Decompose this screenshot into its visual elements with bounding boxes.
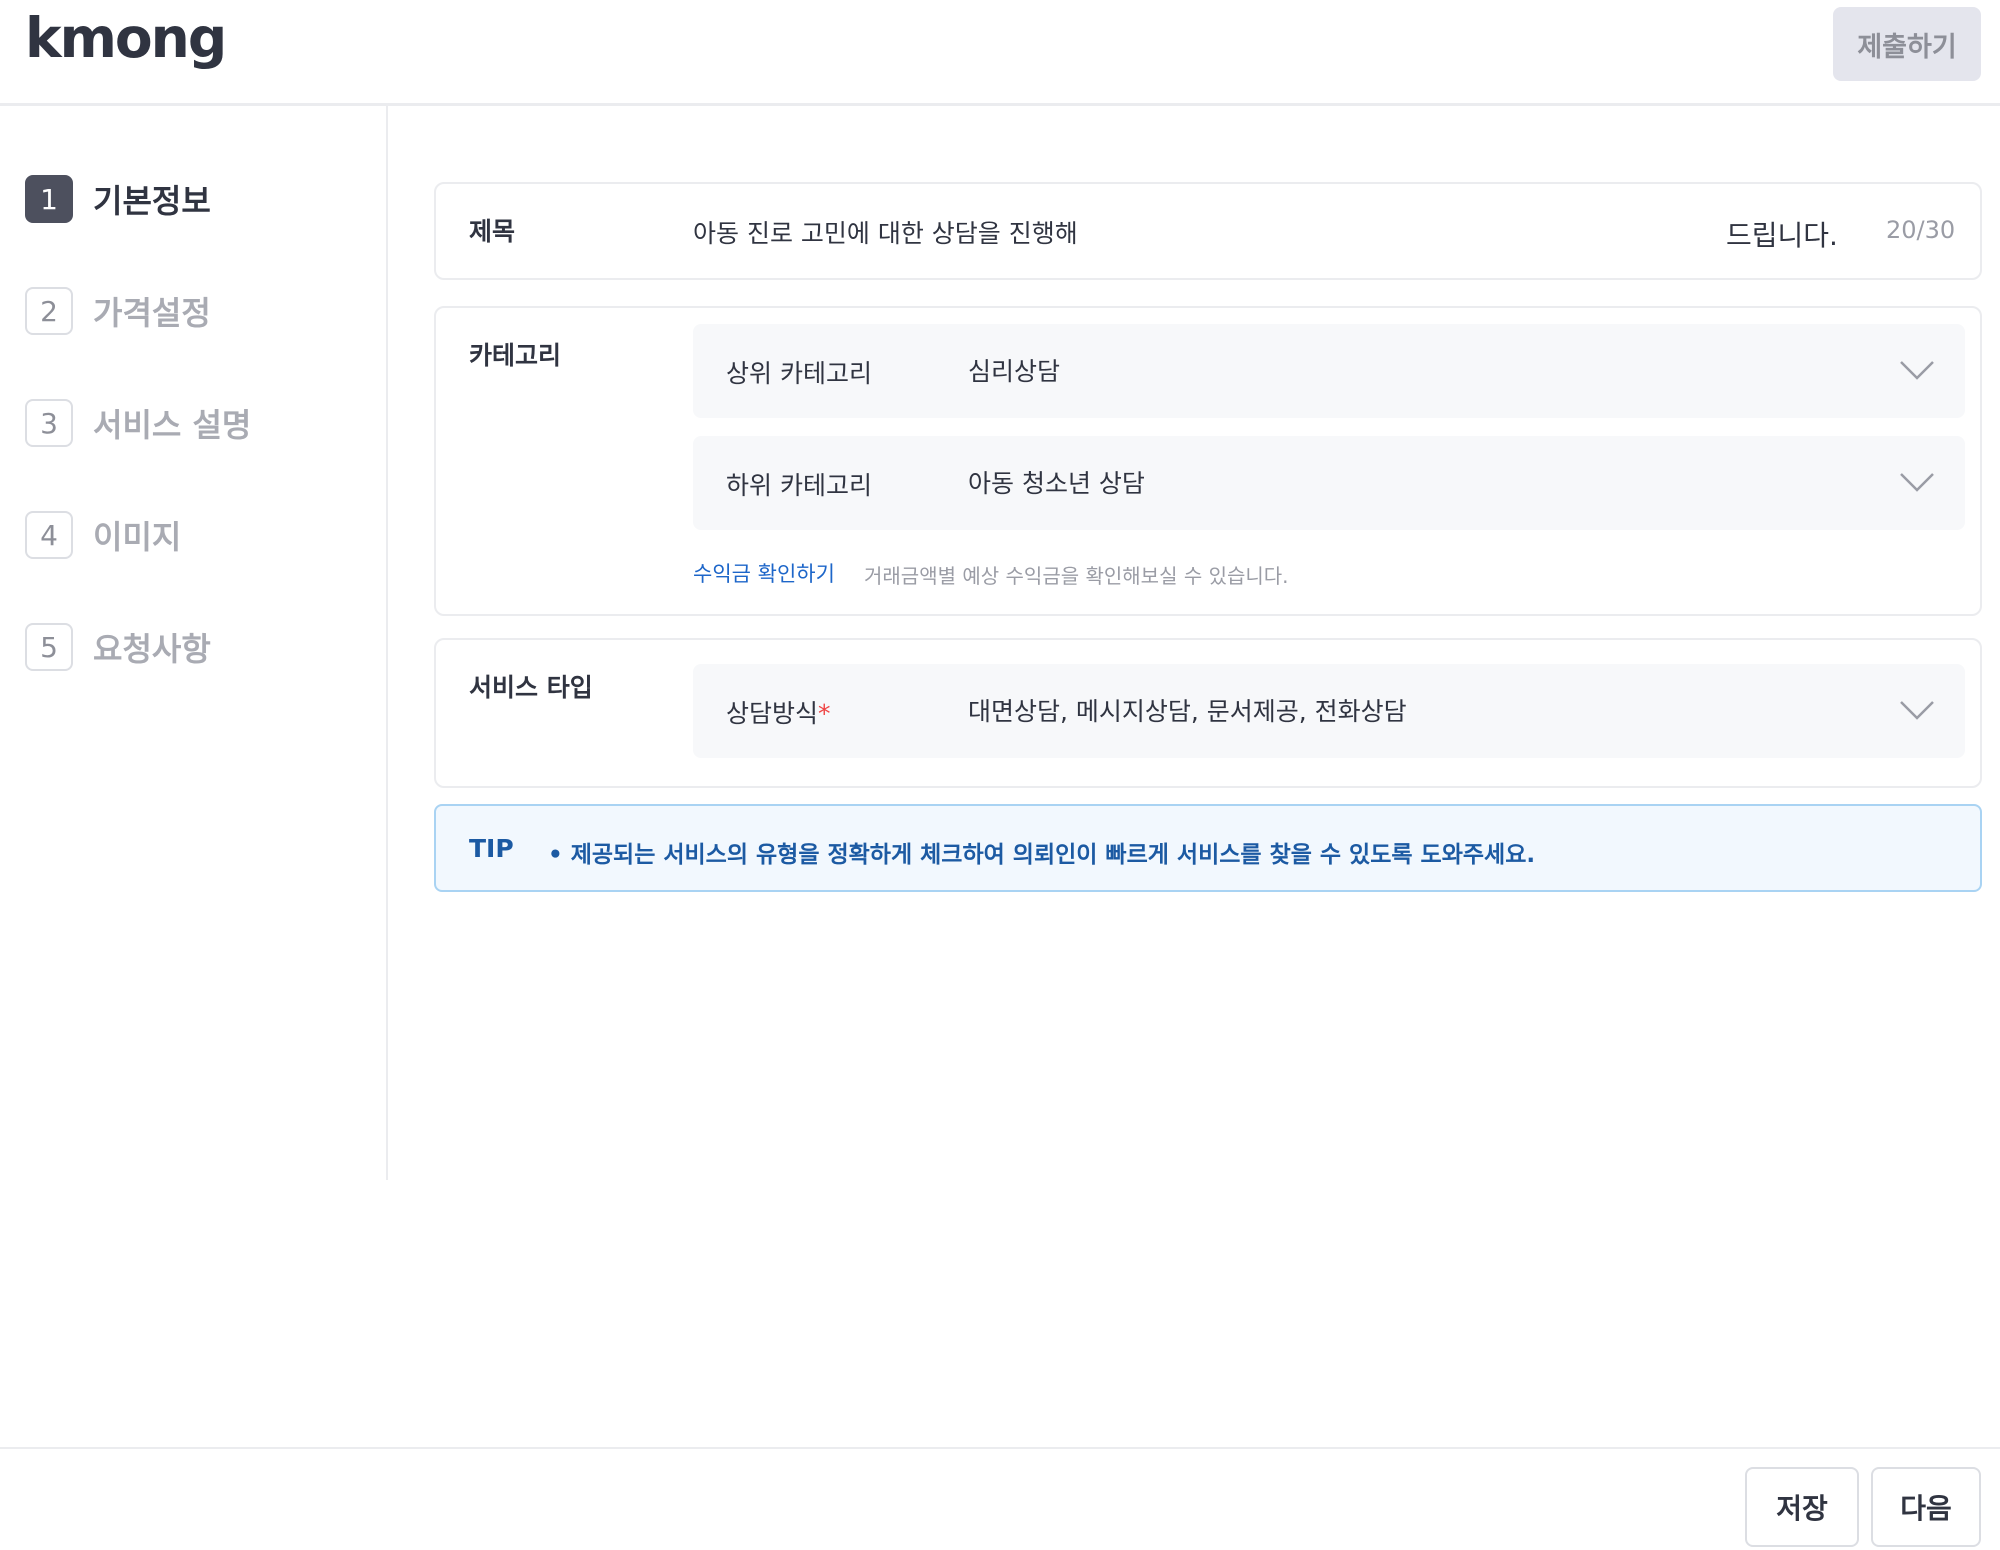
title-input[interactable]: 아동 진로 고민에 대한 상담을 진행해 [693,214,1078,250]
tip-text: • 제공되는 서비스의 유형을 정확하게 체크하여 의뢰인이 빠르게 서비스를 … [548,842,1536,868]
step-sidebar: 1 기본정보 2 가격설정 3 서비스 설명 4 이미지 5 요청사항 [0,106,388,1180]
step-number: 1 [25,175,73,223]
method-label-text: 상담방식 [726,699,819,728]
step-service-description[interactable]: 3 서비스 설명 [25,398,251,448]
step-images[interactable]: 4 이미지 [25,510,181,560]
revenue-description: 거래금액별 예상 수익금을 확인해보실 수 있습니다. [864,564,1289,588]
chevron-down-icon [1900,361,1934,380]
step-number: 5 [25,623,73,671]
required-mark: * [818,699,831,728]
chevron-down-icon [1900,701,1934,720]
step-label: 서비스 설명 [93,406,252,444]
step-number: 3 [25,399,73,447]
chevron-down-icon [1900,473,1934,492]
tip-box: TIP • 제공되는 서비스의 유형을 정확하게 체크하여 의뢰인이 빠르게 서… [434,804,1982,892]
revenue-check-link[interactable]: 수익금 확인하기 [693,558,835,588]
save-button[interactable]: 저장 [1745,1467,1859,1547]
parent-category-value: 심리상담 [968,357,1061,386]
step-requirements[interactable]: 5 요청사항 [25,622,211,672]
child-category-value: 아동 청소년 상담 [968,469,1145,498]
service-type-section: 서비스 타입 상담방식* 대면상담, 메시지상담, 문서제공, 전화상담 [434,638,1982,788]
title-section: 제목 아동 진로 고민에 대한 상담을 진행해 드립니다. 20/30 [434,182,1982,280]
submit-button[interactable]: 제출하기 [1833,7,1981,81]
title-section-label: 제목 [469,217,516,246]
top-header: kmong 제출하기 [0,0,2000,106]
next-button[interactable]: 다음 [1871,1467,1981,1547]
step-label: 가격설정 [93,294,211,332]
parent-category-label: 상위 카테고리 [726,359,872,388]
step-label: 이미지 [93,518,182,556]
child-category-select[interactable]: 하위 카테고리 아동 청소년 상담 [693,436,1965,530]
step-label: 기본정보 [93,182,211,220]
child-category-label: 하위 카테고리 [726,471,872,500]
step-number: 4 [25,511,73,559]
tip-label: TIP [469,834,514,863]
title-char-count: 20/30 [1886,216,1956,244]
category-section: 카테고리 상위 카테고리 심리상담 하위 카테고리 아동 청소년 상담 수익금 … [434,306,1982,616]
consultation-method-label: 상담방식* [726,694,831,730]
category-section-label: 카테고리 [469,341,562,370]
consultation-method-value: 대면상담, 메시지상담, 문서제공, 전화상담 [968,697,1407,726]
step-pricing[interactable]: 2 가격설정 [25,286,211,336]
service-type-label: 서비스 타입 [469,673,593,702]
step-label: 요청사항 [93,630,211,668]
step-number: 2 [25,287,73,335]
kmong-logo[interactable]: kmong [25,6,227,70]
bottom-footer: 저장 다음 [0,1447,2000,1550]
consultation-method-select[interactable]: 상담방식* 대면상담, 메시지상담, 문서제공, 전화상담 [693,664,1965,758]
parent-category-select[interactable]: 상위 카테고리 심리상담 [693,324,1965,418]
step-basic-info[interactable]: 1 기본정보 [25,174,211,224]
title-suffix: 드립니다. [1726,219,1838,252]
